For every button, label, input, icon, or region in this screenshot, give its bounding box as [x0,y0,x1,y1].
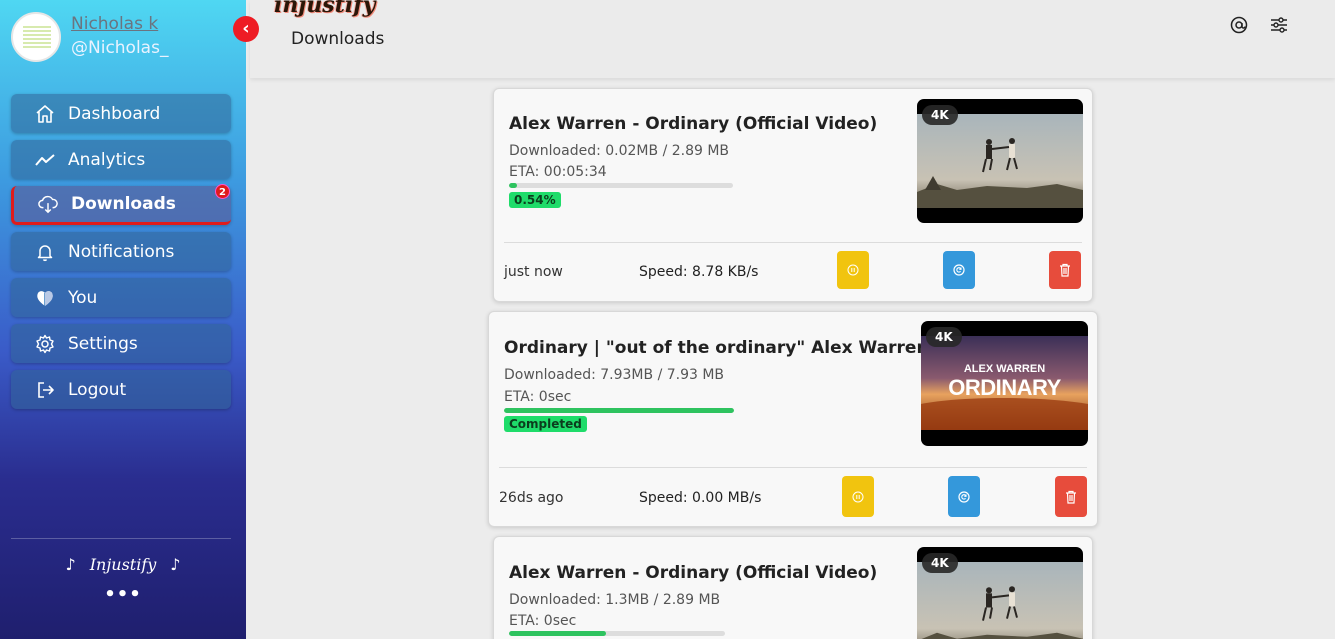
download-eta: ETA: 0sec [504,389,572,405]
card-divider [499,467,1087,468]
home-icon [35,104,55,124]
download-speed: Speed: 0.00 MB/s [639,490,762,506]
pause-button[interactable] [842,476,874,517]
download-title: Alex Warren - Ordinary (Official Video) [509,563,878,583]
gear-icon [35,334,55,354]
avatar[interactable] [11,12,61,62]
delete-button[interactable] [1049,251,1081,289]
sidebar-item-label: Logout [68,379,127,400]
profile: Nicholas k @Nicholas_ [11,12,241,62]
pause-icon [847,264,859,276]
page-title: Downloads [291,29,385,49]
sidebar-item-dashboard[interactable]: Dashboard [11,94,231,133]
progress-bar [509,631,725,636]
thumbnail-image [917,114,1083,208]
app-logo: injustify [274,0,376,18]
progress-bar [504,408,734,413]
thumbnail-caption-artist: ALEX WARREN [963,363,1046,375]
video-thumbnail[interactable]: 4K [917,547,1083,639]
download-card: Alex Warren - Ordinary (Official Video) … [493,88,1093,302]
download-eta: ETA: 00:05:34 [509,164,607,180]
filter-sliders-icon[interactable] [1269,15,1289,35]
footer-brand-text: Injustify [89,555,157,574]
sidebar: Nicholas k @Nicholas_ Dashboard Analytic… [0,0,246,639]
refresh-icon [958,490,970,503]
sidebar-item-logout[interactable]: Logout [11,370,231,409]
chart-line-icon [35,150,55,170]
status-badge: Completed [504,416,587,432]
sidebar-item-label: Analytics [68,149,146,170]
sidebar-item-label: Settings [68,333,138,354]
download-title: Ordinary | "out of the ordinary" Alex Wa… [504,338,929,358]
pause-button[interactable] [837,251,869,289]
download-size: Downloaded: 7.93MB / 7.93 MB [504,367,725,383]
sidebar-item-you[interactable]: You [11,278,231,317]
sidebar-item-label: Dashboard [68,103,161,124]
progress-fill [509,631,607,636]
sidebar-item-label: Downloads [71,194,176,214]
download-time: 26ds ago [499,490,564,506]
cloud-download-icon [38,194,58,214]
bell-icon [35,242,55,262]
thumbnail-image [917,562,1083,639]
profile-name[interactable]: Nicholas k [71,14,158,34]
refresh-icon [953,264,965,276]
heart-shield-icon [35,288,55,308]
logout-icon [35,380,55,400]
sidebar-item-settings[interactable]: Settings [11,324,231,363]
download-size: Downloaded: 1.3MB / 2.89 MB [509,592,721,608]
more-options-button[interactable]: ••• [0,584,246,605]
chevron-left-icon: ‹ [242,18,250,39]
sidebar-item-label: Notifications [68,241,175,262]
card-divider [504,242,1082,243]
at-sign-icon[interactable] [1229,15,1249,35]
downloads-count-badge: 2 [215,184,230,199]
trash-icon [1066,490,1076,504]
sidebar-item-notifications[interactable]: Notifications [11,232,231,271]
sidebar-divider [11,538,231,539]
trash-icon [1060,263,1070,277]
pause-icon [852,491,864,502]
thumbnail-caption-title: ORDINARY [948,375,1061,400]
sidebar-nav: Dashboard Analytics Downloads 2 Notifica… [11,94,231,416]
progress-bar [509,183,733,188]
download-title: Alex Warren - Ordinary (Official Video) [509,114,878,134]
download-size: Downloaded: 0.02MB / 2.89 MB [509,143,730,159]
download-time: just now [504,264,563,280]
download-speed: Speed: 8.78 KB/s [639,264,759,280]
video-thumbnail[interactable]: 4K ALEX WARREN ORDINARY [921,321,1088,446]
progress-fill [509,183,517,188]
download-eta: ETA: 0sec [509,613,577,629]
video-thumbnail[interactable]: 4K [917,99,1083,223]
retry-button[interactable] [948,476,980,517]
header: injustify Downloads [250,0,1335,78]
music-note-icon: ♪ [65,555,76,574]
progress-fill [504,408,734,413]
profile-handle: @Nicholas_ [71,38,169,58]
sidebar-item-downloads[interactable]: Downloads 2 [11,184,231,225]
quality-badge: 4K [926,327,962,347]
music-note-icon: ♪ [170,555,181,574]
progress-percent-badge: 0.54% [509,192,561,208]
sidebar-item-label: You [68,287,98,308]
footer-brand: ♪ Injustify ♪ [0,555,246,574]
collapse-sidebar-button[interactable]: ‹ [233,16,259,42]
delete-button[interactable] [1055,476,1087,517]
retry-button[interactable] [943,251,975,289]
download-card: Alex Warren - Ordinary (Official Video) … [493,536,1093,639]
quality-badge: 4K [922,105,958,125]
sidebar-item-analytics[interactable]: Analytics [11,140,231,179]
quality-badge: 4K [922,553,958,573]
download-card: Ordinary | "out of the ordinary" Alex Wa… [488,311,1098,527]
